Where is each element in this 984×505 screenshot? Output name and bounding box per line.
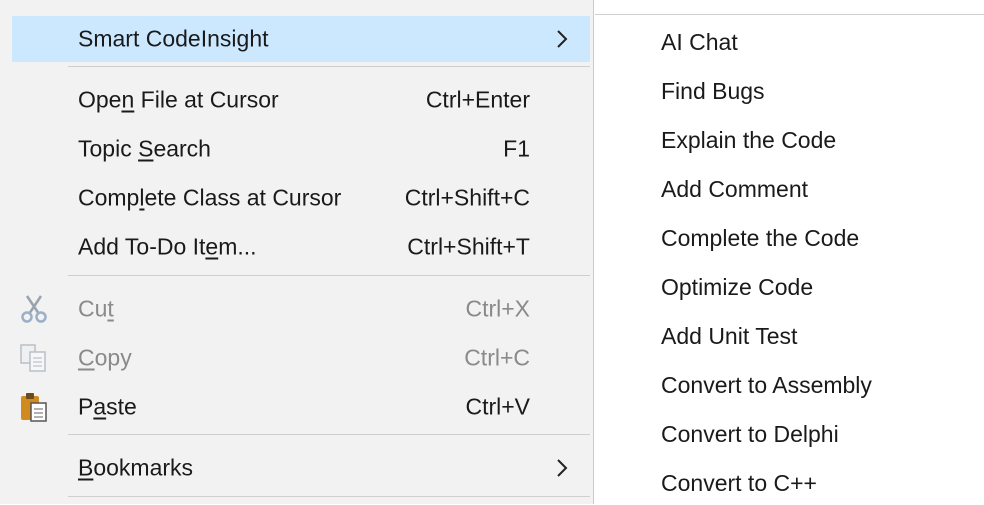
menu-item-shortcut: Ctrl+X [465,295,530,322]
menu-item-complete-class-at-cursor[interactable]: Complete Class at Cursor Ctrl+Shift+C [12,175,590,221]
context-menu: Smart CodeInsight Open File at Cursor Ct… [0,0,594,504]
submenu-item-add-unit-test[interactable]: Add Unit Test [661,323,797,350]
submenu-item-convert-to-assembly[interactable]: Convert to Assembly [661,372,872,399]
menu-item-label: Paste [78,393,137,420]
menu-item-shortcut: Ctrl+C [464,344,530,371]
menu-item-shortcut: F1 [503,135,530,162]
chevron-right-icon [557,459,568,477]
menu-item-bookmarks[interactable]: Bookmarks [12,445,590,491]
menu-item-open-file-at-cursor[interactable]: Open File at Cursor Ctrl+Enter [12,77,590,123]
menu-item-add-todo-item[interactable]: Add To-Do Item... Ctrl+Shift+T [12,224,590,270]
submenu-item-ai-chat[interactable]: AI Chat [661,29,738,56]
menu-item-label: Complete Class at Cursor [78,184,342,211]
menu-item-paste[interactable]: Paste Ctrl+V [12,384,590,430]
menu-item-smart-codeinsight[interactable]: Smart CodeInsight [12,16,590,62]
menu-item-label: Bookmarks [78,454,194,481]
menu-separator [68,434,590,435]
chevron-right-icon [557,30,568,48]
menu-separator [68,275,590,276]
menu-item-shortcut: Ctrl+V [465,393,530,420]
clipboard-icon [21,393,47,422]
menu-item-topic-search[interactable]: Topic Search F1 [12,126,590,172]
submenu-item-find-bugs[interactable]: Find Bugs [661,78,765,105]
copy-icon [20,344,46,372]
submenu-item-complete-the-code[interactable]: Complete the Code [661,225,859,252]
menu-item-cut[interactable]: Cut Ctrl+X [12,286,590,332]
menu-item-label: Topic Search [78,135,211,162]
menu-item-label: Smart CodeInsight [78,25,269,52]
submenu-item-convert-to-delphi[interactable]: Convert to Delphi [661,421,839,448]
smart-codeinsight-submenu: AI Chat Find Bugs Explain the Code Add C… [595,14,984,505]
menu-item-shortcut: Ctrl+Shift+T [407,233,530,260]
submenu-item-explain-the-code[interactable]: Explain the Code [661,127,836,154]
submenu-item-add-comment[interactable]: Add Comment [661,176,808,203]
submenu-item-convert-to-cpp[interactable]: Convert to C++ [661,470,817,497]
menu-item-label: Open File at Cursor [78,86,279,113]
menu-item-label: Copy [78,344,132,371]
menu-separator [68,66,590,67]
menu-item-label: Cut [78,295,114,322]
menu-item-shortcut: Ctrl+Shift+C [404,184,530,211]
menu-item-copy[interactable]: Copy Ctrl+C [12,335,590,381]
menu-item-label: Add To-Do Item... [78,233,257,260]
submenu-item-optimize-code[interactable]: Optimize Code [661,274,813,301]
menu-separator [68,496,590,497]
menu-item-shortcut: Ctrl+Enter [425,86,530,113]
scissors-icon [21,295,47,323]
